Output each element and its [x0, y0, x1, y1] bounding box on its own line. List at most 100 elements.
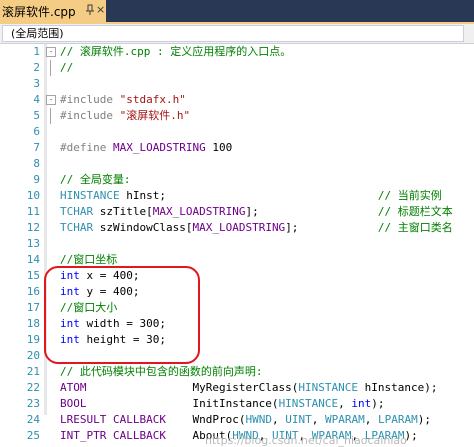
code-line[interactable]: 24 LRESULT CALLBACK WndProc(HWND, UINT, W… — [0, 412, 474, 428]
code-token: // 标题栏文本 — [377, 205, 453, 218]
code-token: // 此代码模块中包含的函数的前向声明: — [60, 365, 263, 378]
code-token: ); — [371, 397, 385, 410]
close-icon[interactable]: × — [96, 3, 105, 17]
code-token: 100 — [205, 141, 233, 154]
line-number: 6 — [33, 125, 40, 138]
code-token: InitInstance( — [86, 397, 279, 410]
line-number: 1 — [33, 45, 40, 58]
line-number: 2 — [33, 61, 40, 74]
code-token: hInstance); — [358, 381, 438, 394]
code-token: #include — [60, 93, 120, 106]
code-token: TCHAR — [60, 205, 94, 218]
code-token: #define — [60, 141, 113, 154]
code-token: ATOM — [60, 381, 87, 394]
code-text: // — [60, 60, 73, 76]
code-token: "stdafx.h" — [119, 93, 186, 106]
line-number: 20 — [26, 349, 40, 362]
code-token: ]; — [285, 221, 378, 234]
code-token: HINSTANCE — [298, 381, 359, 394]
navigation-bar: (全局范围) — [0, 24, 474, 44]
tab-file[interactable]: 滚屏软件.cpp × — [0, 0, 106, 22]
code-line[interactable]: 7 #define MAX_LOADSTRING 100 — [0, 140, 474, 156]
code-token: // 当前实例 — [377, 189, 442, 202]
code-text: #include "滚屏软件.h" — [60, 108, 190, 124]
code-line[interactable]: 8 — [0, 156, 474, 172]
code-line[interactable]: 9 // 全局变量: — [0, 172, 474, 188]
line-number: 9 — [33, 173, 40, 186]
annotation-highlight-box — [44, 266, 200, 364]
code-line[interactable]: 22 ATOM MyRegisterClass(HINSTANCE hInstan… — [0, 380, 474, 396]
code-line[interactable]: 10 HINSTANCE hInst; // 当前实例 — [0, 188, 474, 204]
code-line[interactable]: 23 BOOL InitInstance(HINSTANCE, int); — [0, 396, 474, 412]
code-token: "滚屏软件.h" — [119, 109, 191, 122]
code-editor[interactable]: 1-// 滚屏软件.cpp : 定义应用程序的入口点。 2//3 4- #includ… — [0, 44, 474, 447]
line-number: 16 — [26, 285, 40, 298]
code-line[interactable]: 13 — [0, 236, 474, 252]
code-token: szWindowClass[ — [93, 221, 193, 234]
code-token: #include — [60, 109, 120, 122]
code-text: #include "stdafx.h" — [60, 92, 186, 108]
code-line[interactable]: 12 TCHAR szWindowClass[MAX_LOADSTRING]; /… — [0, 220, 474, 236]
line-number: 24 — [26, 413, 40, 426]
code-line[interactable]: 21 // 此代码模块中包含的函数的前向声明: — [0, 364, 474, 380]
code-text: TCHAR szTitle[MAX_LOADSTRING]; // 标题栏文本 — [60, 204, 453, 220]
line-number: 15 — [26, 269, 40, 282]
code-text: #define MAX_LOADSTRING 100 — [60, 140, 232, 156]
code-text: // 滚屏软件.cpp : 定义应用程序的入口点。 — [60, 44, 291, 60]
line-number: 19 — [26, 333, 40, 346]
code-line[interactable]: 6 — [0, 124, 474, 140]
code-token: int — [351, 397, 372, 410]
line-number: 22 — [26, 381, 40, 394]
pin-icon[interactable] — [85, 4, 95, 16]
code-token: hInst; — [119, 189, 378, 202]
tab-title: 滚屏软件.cpp — [2, 4, 76, 19]
code-token: // 滚屏软件.cpp : 定义应用程序的入口点。 — [60, 45, 292, 58]
code-token: HINSTANCE — [278, 397, 339, 410]
scope-dropdown[interactable]: (全局范围) — [2, 25, 464, 42]
code-token: BOOL — [60, 397, 87, 410]
collapse-toggle-icon[interactable]: - — [46, 47, 56, 57]
code-line[interactable]: 2 // — [0, 60, 474, 76]
watermark: https://blog.csdn.net/cai_niaocainiao — [205, 434, 407, 447]
code-token: MAX_LOADSTRING — [192, 221, 286, 234]
code-text: LRESULT CALLBACK WndProc(HWND, UINT, WPA… — [60, 412, 431, 428]
code-text: BOOL InitInstance(HINSTANCE, int); — [60, 396, 385, 412]
line-number: 10 — [26, 189, 40, 202]
code-text: // 此代码模块中包含的函数的前向声明: — [60, 364, 263, 380]
code-text: TCHAR szWindowClass[MAX_LOADSTRING]; // … — [60, 220, 453, 236]
line-number: 3 — [33, 77, 40, 90]
code-text: // 全局变量: — [60, 172, 131, 188]
line-number: 21 — [26, 365, 40, 378]
collapse-toggle-icon[interactable]: - — [46, 95, 56, 105]
code-token: //窗口坐标 — [60, 253, 118, 266]
code-token: // — [60, 61, 74, 74]
line-number: 14 — [26, 253, 40, 266]
code-token: HINSTANCE — [60, 189, 120, 202]
code-token: szTitle[ — [93, 205, 153, 218]
line-number: 23 — [26, 397, 40, 410]
code-line[interactable]: 11 TCHAR szTitle[MAX_LOADSTRING]; // 标题栏文… — [0, 204, 474, 220]
code-token: ]; — [245, 205, 378, 218]
code-line[interactable]: 1-// 滚屏软件.cpp : 定义应用程序的入口点。 — [0, 44, 474, 60]
code-line[interactable]: 4- #include "stdafx.h" — [0, 92, 474, 108]
line-number: 8 — [33, 157, 40, 170]
document-tab-strip: 滚屏软件.cpp × — [0, 0, 474, 22]
code-token: // 全局变量: — [60, 173, 131, 186]
line-number: 13 — [26, 237, 40, 250]
line-number: 11 — [26, 205, 40, 218]
code-token: MAX_LOADSTRING — [152, 205, 246, 218]
code-line[interactable]: 3 — [0, 76, 474, 92]
code-token: INT_PTR CALLBACK — [60, 429, 166, 442]
line-number: 25 — [26, 429, 40, 442]
code-token: MyRegisterClass( — [86, 381, 299, 394]
code-token: MAX_LOADSTRING — [112, 141, 206, 154]
line-number: 12 — [26, 221, 40, 234]
code-token: // 主窗口类名 — [377, 221, 453, 234]
code-line[interactable]: 5 #include "滚屏软件.h" — [0, 108, 474, 124]
line-number: 4 — [33, 93, 40, 106]
code-token: , — [338, 397, 352, 410]
code-text: ATOM MyRegisterClass(HINSTANCE hInstance… — [60, 380, 438, 396]
line-number: 7 — [33, 141, 40, 154]
line-number: 5 — [33, 109, 40, 122]
line-number: 17 — [26, 301, 40, 314]
